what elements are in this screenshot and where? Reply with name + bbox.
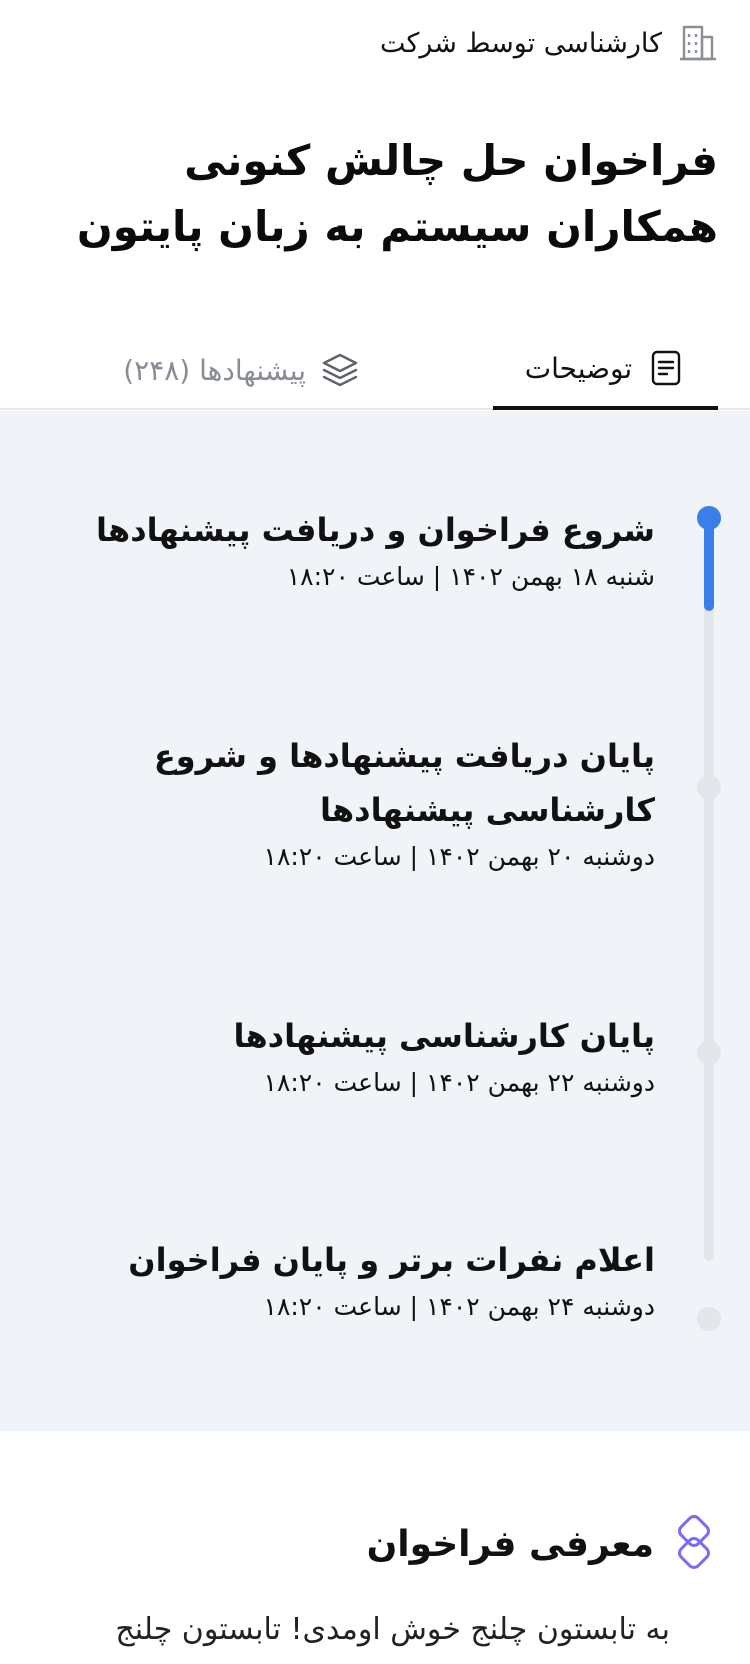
page-title: فراخوان حل چالش کنونی همکاران سیستم به ز… [76,136,718,251]
timeline-dot-2 [697,775,721,799]
tab-proposals[interactable]: پیشنهادها (۲۴۸) [123,330,360,410]
tab-proposals-label: پیشنهادها (۲۴۸) [123,353,306,387]
timeline-item-title: شروع فراخوان و دریافت پیشنهادها [96,511,655,549]
document-icon [652,350,681,386]
building-icon [680,25,716,61]
expert-label: کارشناسی توسط شرکت [379,27,662,59]
timeline-item-date: دوشنبه ۲۴ بهمن ۱۴۰۲ | ساعت ۱۸:۲۰ [263,1292,655,1321]
timeline-rail [704,511,714,1261]
intro-title: معرفی فراخوان [366,1523,654,1565]
timeline-item: پایان دریافت پیشنهادها و شروع کارشناسی پ… [35,729,655,877]
timeline-dot-3 [697,1041,721,1065]
layers-icon [322,353,358,387]
timeline-item-title: اعلام نفرات برتر و پایان فراخوان [128,1241,655,1279]
intro-header: معرفی فراخوان [367,1515,718,1573]
timeline-dot-4 [697,1307,721,1331]
timeline-item-date: دوشنبه ۲۲ بهمن ۱۴۰۲ | ساعت ۱۸:۲۰ [263,1068,655,1097]
tab-description[interactable]: توضیحات [493,330,718,410]
expert-by-company: کارشناسی توسط شرکت [380,22,718,64]
timeline-item: شروع فراخوان و دریافت پیشنهادها شنبه ۱۸ … [35,503,655,597]
brand-logo-icon [678,1515,710,1569]
tab-bar: توضیحات پیشنهادها (۲۴۸) [0,330,750,410]
timeline-item-date: شنبه ۱۸ بهمن ۱۴۰۲ | ساعت ۱۸:۲۰ [286,562,655,591]
timeline-item-title: پایان دریافت پیشنهادها و شروع کارشناسی پ… [153,737,655,829]
timeline-item: پایان کارشناسی پیشنهادها دوشنبه ۲۲ بهمن … [35,1009,655,1103]
timeline: شروع فراخوان و دریافت پیشنهادها شنبه ۱۸ … [0,411,750,1431]
tab-description-label: توضیحات [524,351,633,385]
timeline-item: اعلام نفرات برتر و پایان فراخوان دوشنبه … [35,1233,655,1327]
timeline-item-date: دوشنبه ۲۰ بهمن ۱۴۰۲ | ساعت ۱۸:۲۰ [263,842,655,871]
intro-text: به تابستون چلنج خوش اومدی! تابستون چلنج [115,1612,670,1647]
timeline-dot-1 [697,506,721,530]
timeline-item-title: پایان کارشناسی پیشنهادها [233,1017,655,1055]
header: کارشناسی توسط شرکت [0,0,750,90]
